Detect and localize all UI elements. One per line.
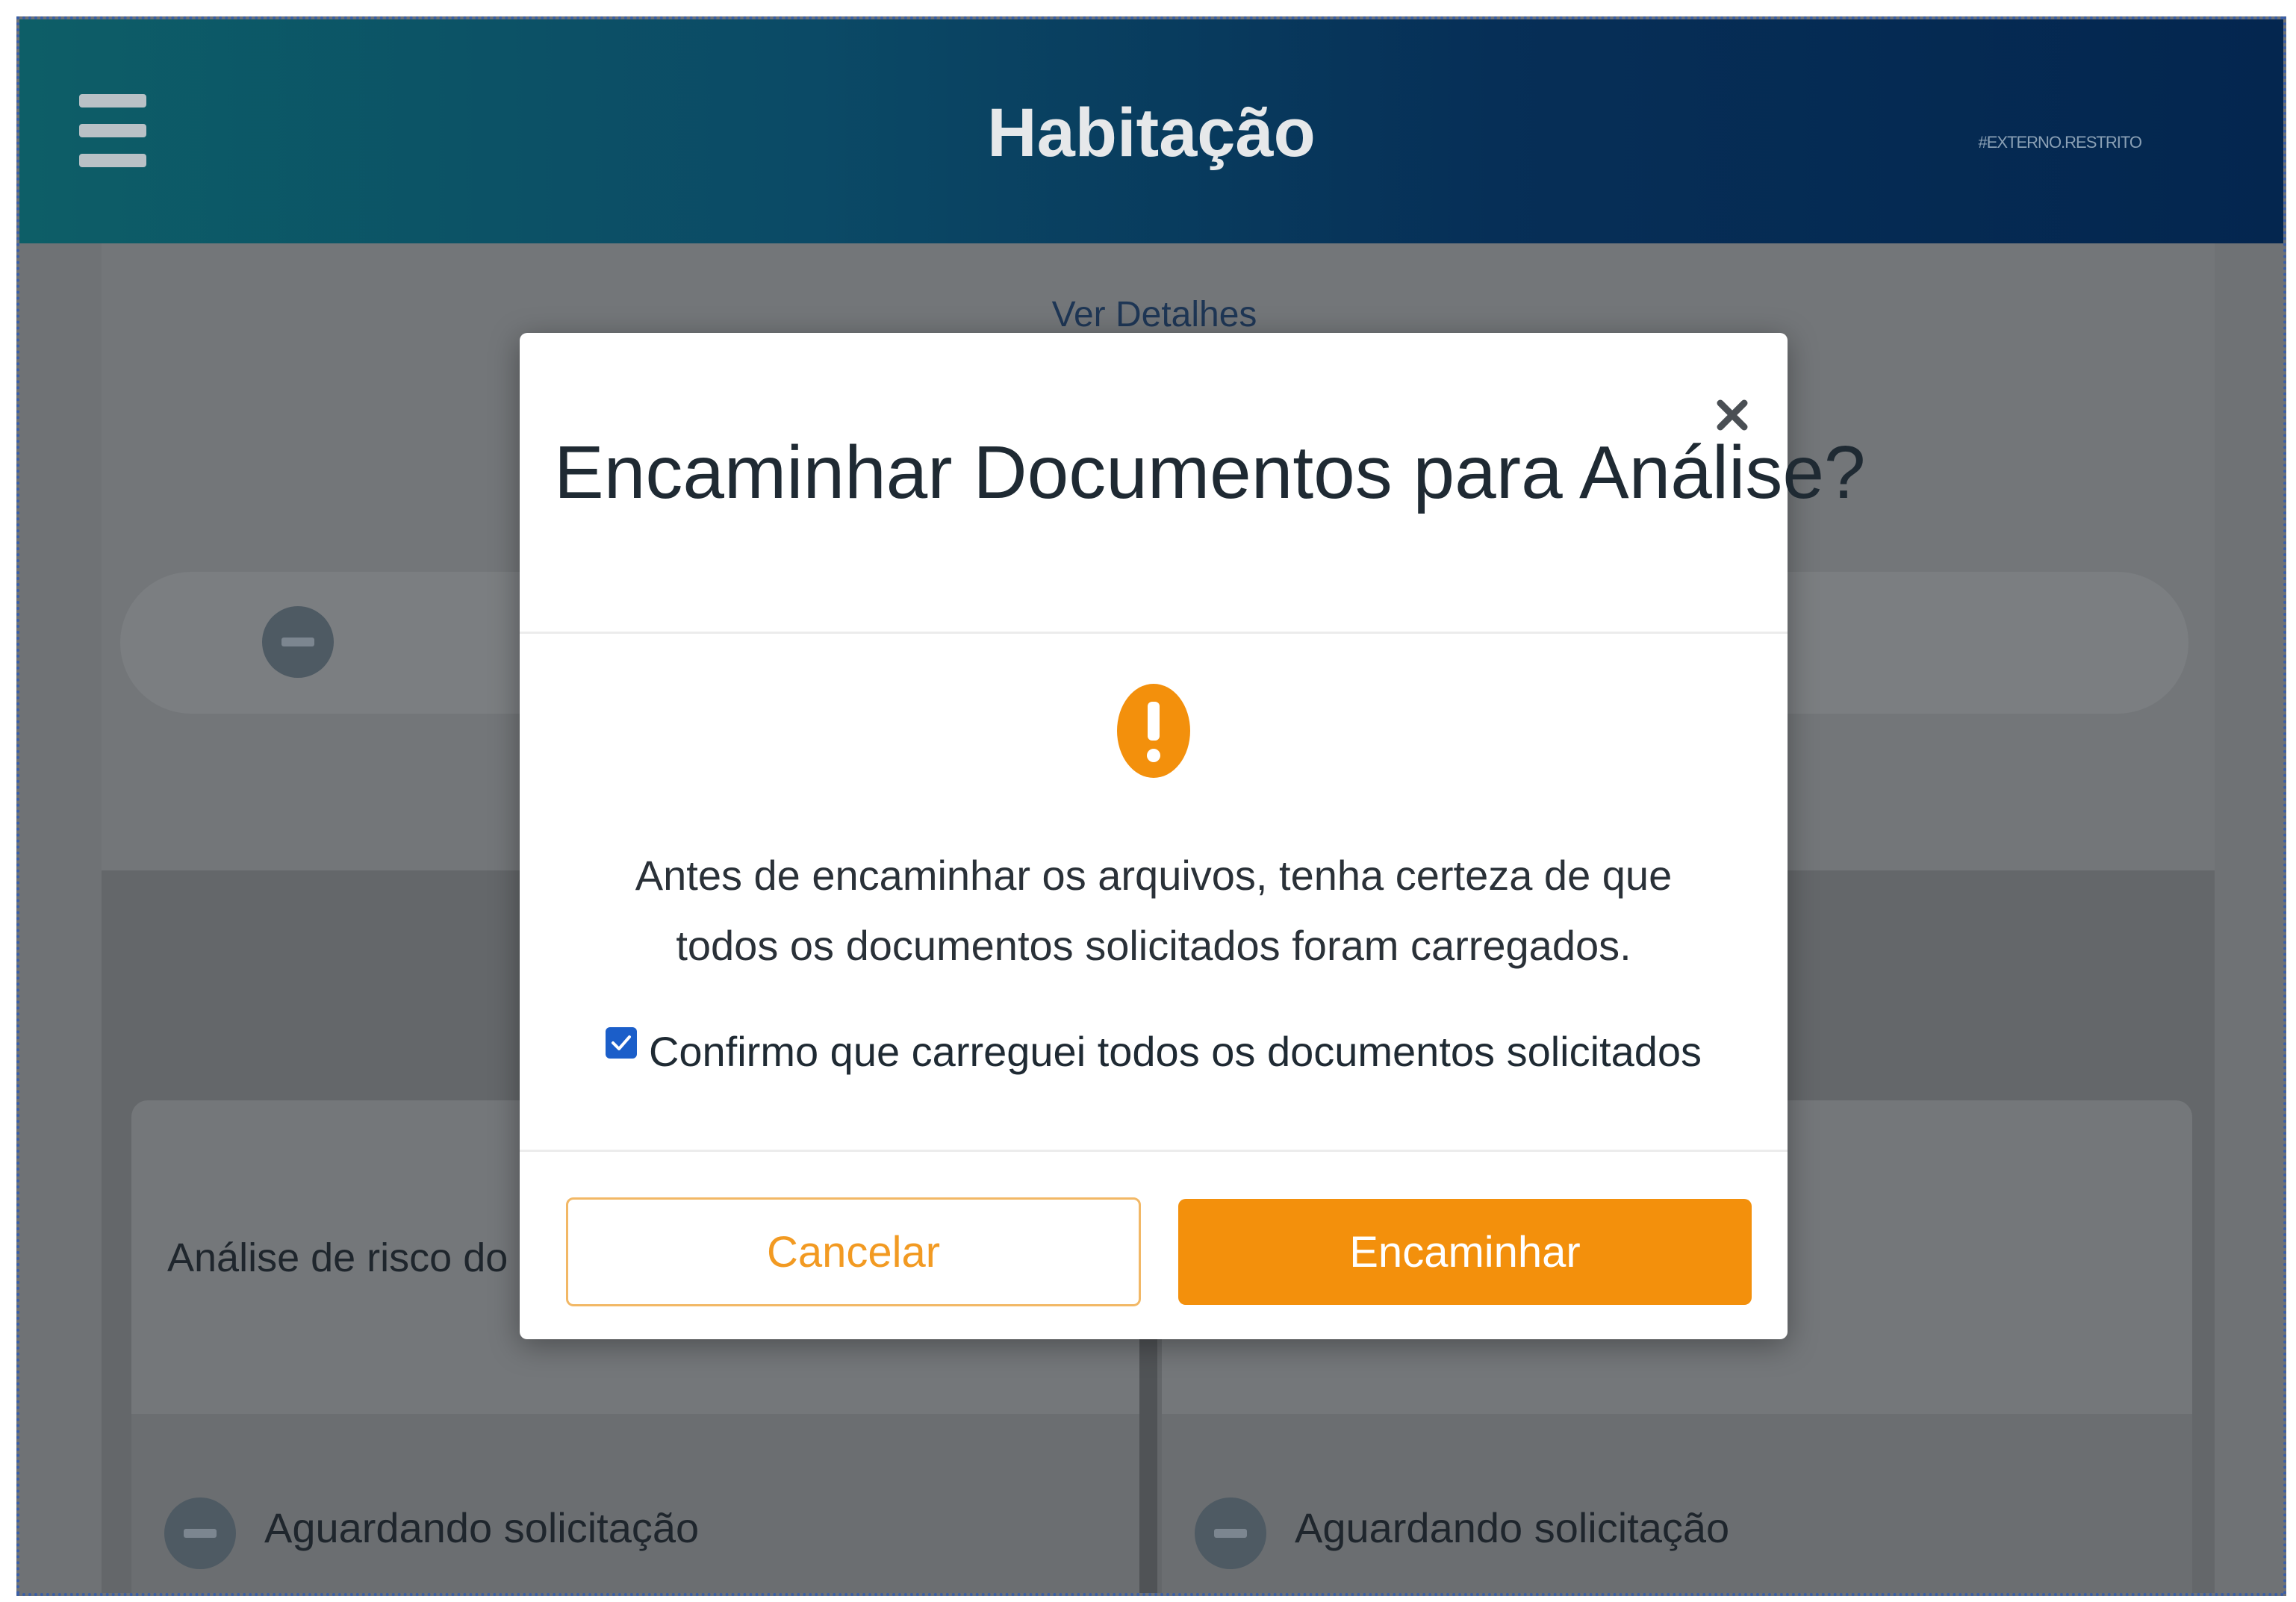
minus-circle-icon: [1195, 1497, 1266, 1569]
dialog-message: Antes de encaminhar os arquivos, tenha c…: [635, 852, 1673, 969]
minus-circle-icon: [164, 1497, 236, 1569]
app-header: Habitação #EXTERNO.RESTRITO: [19, 19, 2283, 243]
details-link[interactable]: Ver Detalhes: [19, 294, 2283, 335]
step-card-title: Análise de risco do to: [167, 1235, 553, 1280]
exclamation-circle-icon: [1116, 682, 1192, 779]
forward-button[interactable]: Encaminhar: [1178, 1199, 1752, 1305]
close-icon[interactable]: [1710, 393, 1755, 437]
classification-tag: #EXTERNO.RESTRITO: [1978, 133, 2142, 152]
step-card-status: Aguardando solicitação: [1295, 1504, 1730, 1551]
app-title: Habitação: [987, 95, 1316, 171]
minus-circle-icon: [262, 606, 334, 678]
confirm-checkbox[interactable]: [605, 1027, 637, 1059]
dialog-title: Encaminhar Documentos para Análise?: [554, 431, 1866, 514]
step-card-status: Aguardando solicitação: [264, 1504, 700, 1551]
cancel-button-label: Cancelar: [766, 1227, 941, 1277]
confirm-dialog: Encaminhar Documentos para Análise? Ante…: [520, 333, 1866, 1339]
dialog-footer-divider: [520, 1150, 1788, 1152]
dialog-header-divider: [520, 632, 1788, 634]
forward-button-label: Encaminhar: [1349, 1227, 1581, 1277]
confirm-checkbox-label[interactable]: Confirmo que carreguei todos os document…: [649, 1018, 1702, 1085]
cancel-button[interactable]: Cancelar: [566, 1197, 1141, 1306]
confirm-row: Confirmo que carreguei todos os document…: [520, 1018, 1788, 1085]
app-frame: Habitação #EXTERNO.RESTRITO Ver Detalhes…: [16, 16, 2286, 1596]
